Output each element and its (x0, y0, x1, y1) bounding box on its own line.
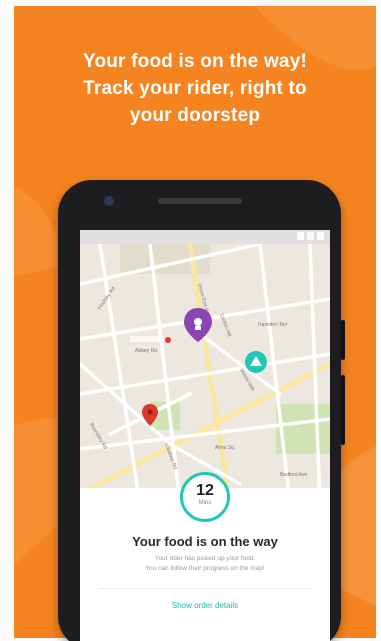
panel-divider (98, 588, 312, 589)
headline-line-3: your doorstep (129, 105, 261, 126)
svg-text:Abbey Rd: Abbey Rd (135, 348, 157, 354)
station-icon (165, 337, 171, 343)
order-status-title: Your food is on the way (132, 534, 278, 549)
volume-button (341, 375, 345, 445)
svg-text:Hamilton Terr: Hamilton Terr (258, 322, 288, 328)
status-bar (80, 230, 330, 244)
svg-text:Alma Sq: Alma Sq (215, 445, 234, 451)
eta-timer: 12 Mins (180, 472, 230, 522)
status-desc-line-1: Your rider has picked up your food. (154, 555, 256, 562)
phone-screen: Finchley Rd Grove End Rd Hamilton Terr A… (80, 230, 330, 641)
rider-bike-icon[interactable] (245, 351, 267, 373)
promo-headline: Your food is on the way! Track your ride… (14, 48, 376, 129)
headline-line-2: Track your rider, right to (83, 78, 307, 99)
eta-unit: Mins (198, 500, 212, 506)
headline-line-1: Your food is on the way! (82, 51, 307, 72)
power-button (341, 320, 345, 360)
screenshot-frame: Your food is on the way! Track your ride… (0, 0, 381, 641)
show-order-details-link[interactable]: Show order details (80, 601, 330, 610)
front-camera (104, 196, 114, 206)
status-icons (284, 232, 324, 241)
order-status-description: Your rider has picked up your food. You … (100, 554, 310, 574)
status-desc-line-2: You can follow their progress on the map… (145, 565, 265, 572)
svg-text:Bedford Ave: Bedford Ave (280, 472, 307, 478)
eta-minutes: 12 (196, 482, 214, 499)
phone-speaker (158, 198, 242, 204)
delivery-map[interactable]: Finchley Rd Grove End Rd Hamilton Terr A… (80, 244, 330, 504)
